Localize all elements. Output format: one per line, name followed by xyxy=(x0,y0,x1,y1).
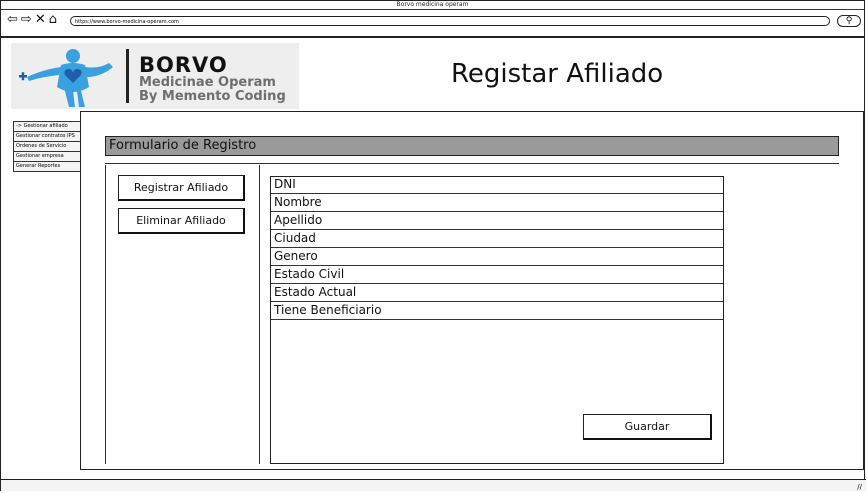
forward-icon[interactable]: ⇨ xyxy=(21,12,33,28)
header-divider xyxy=(105,163,839,164)
sidebar-item-generar-reportes[interactable]: Generar Reportes xyxy=(13,161,81,172)
field-dni[interactable]: DNI xyxy=(271,176,723,194)
resize-handle-icon[interactable]: ∕∕ xyxy=(857,483,862,491)
field-ciudad[interactable]: Ciudad xyxy=(271,230,723,248)
form-header: Formulario de Registro xyxy=(105,136,839,156)
logo-subtitle: Medicinae Operam xyxy=(139,75,276,90)
sidebar-item-gestionar-contratos[interactable]: Gestionar contratos IPS xyxy=(13,131,81,141)
home-icon[interactable]: ⌂ xyxy=(49,12,58,28)
logo-divider xyxy=(126,49,129,103)
url-field[interactable]: https://www.borvo-medicina-operam.com xyxy=(70,16,830,26)
back-icon[interactable]: ⇦ xyxy=(7,12,19,28)
delete-affiliate-button[interactable]: Eliminar Afiliado xyxy=(118,208,245,234)
register-affiliate-button[interactable]: Registrar Afiliado xyxy=(118,175,245,201)
browser-window: Borvo medicina operam ⇦ ⇨ ✕ ⌂ https://www.b… xyxy=(0,0,866,491)
page-title: Registar Afiliado xyxy=(451,59,664,89)
field-nombre[interactable]: Nombre xyxy=(271,194,723,212)
search-icon[interactable]: ⚲ xyxy=(837,15,861,27)
logo-title: BORVO xyxy=(139,53,228,77)
field-estado-civil[interactable]: Estado Civil xyxy=(271,266,723,284)
save-button[interactable]: Guardar xyxy=(583,414,712,440)
logo-credit: By Memento Coding xyxy=(139,89,286,104)
close-icon[interactable]: ✕ xyxy=(35,12,47,28)
brand-logo: BORVO Medicinae Operam By Memento Coding xyxy=(11,43,299,109)
window-title: Borvo medicina operam xyxy=(1,1,864,10)
status-bar: ∕∕ xyxy=(1,479,866,491)
sidebar-item-gestionar-afiliado[interactable]: -> Gestionar afiliado xyxy=(13,121,81,131)
sidebar-item-gestionar-empresa[interactable]: Gestionar empresa xyxy=(13,151,81,161)
address-row: ⇦ ⇨ ✕ ⌂ https://www.borvo-medicina-operam.c… xyxy=(1,10,864,30)
nav-controls: ⇦ ⇨ ✕ ⌂ xyxy=(7,12,60,28)
field-apellido[interactable]: Apellido xyxy=(271,212,723,230)
medical-figure-icon xyxy=(19,49,113,107)
toolbar-divider xyxy=(1,36,864,38)
column-divider xyxy=(259,165,260,464)
actions-column-border xyxy=(105,165,106,464)
sidebar-menu: -> Gestionar afiliado Gestionar contrato… xyxy=(13,121,81,172)
field-estado-actual[interactable]: Estado Actual xyxy=(271,284,723,302)
field-genero[interactable]: Genero xyxy=(271,248,723,266)
field-tiene-beneficiario[interactable]: Tiene Beneficiario xyxy=(271,302,723,320)
sidebar-item-ordenes-servicio[interactable]: Ordenes de Servicio xyxy=(13,141,81,151)
